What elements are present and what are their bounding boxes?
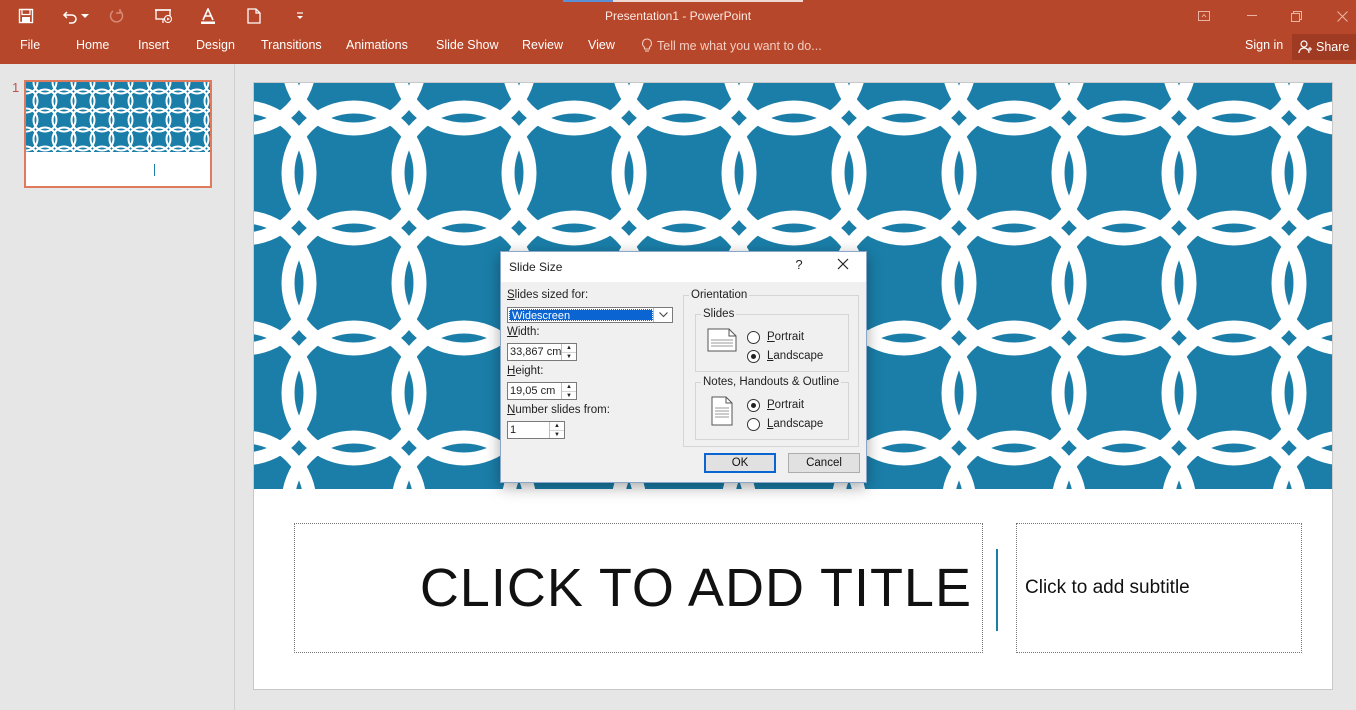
spin-up-icon[interactable]: ▲ — [562, 383, 576, 392]
number-slides-from-value: 1 — [510, 424, 517, 436]
thumbnail-text-cursor — [154, 164, 155, 176]
ribbon-display-options-icon[interactable] — [1184, 5, 1224, 27]
tab-view[interactable]: View — [588, 38, 615, 52]
thumbnail-slide-number: 1 — [12, 80, 20, 95]
help-button[interactable]: ? — [791, 257, 807, 275]
notes-landscape-radio[interactable] — [747, 418, 760, 431]
subtitle-placeholder-text: Click to add subtitle — [1025, 577, 1190, 598]
portrait-page-icon — [711, 396, 733, 429]
tell-me-text: Tell me what you want to do... — [657, 38, 822, 53]
tab-file[interactable]: File — [20, 38, 40, 52]
share-button[interactable]: Share — [1292, 34, 1356, 60]
title-divider-line — [996, 549, 998, 631]
slides-portrait-label[interactable]: Portrait — [767, 331, 804, 343]
tab-slide-show[interactable]: Slide Show — [436, 38, 499, 52]
height-spinner[interactable]: 19,05 cm ▲ ▼ — [507, 382, 577, 400]
thumbnail-pattern — [26, 82, 210, 152]
tab-transitions[interactable]: Transitions — [261, 38, 322, 52]
notes-portrait-label[interactable]: Portrait — [767, 399, 804, 411]
slides-sized-for-label: Slides sized for: — [507, 289, 589, 301]
tab-animations[interactable]: Animations — [346, 38, 408, 52]
dialog-close-icon[interactable] — [833, 256, 853, 276]
tab-home[interactable]: Home — [76, 38, 109, 52]
width-label: Width: — [507, 326, 540, 338]
sign-in-link[interactable]: Sign in — [1245, 38, 1283, 52]
slides-sized-for-value: Widescreen — [509, 309, 653, 322]
close-window-icon[interactable] — [1322, 5, 1356, 27]
spin-up-icon[interactable]: ▲ — [550, 422, 564, 431]
slide-thumbnail[interactable] — [24, 80, 212, 188]
title-accent-line — [563, 0, 803, 2]
tell-me-search[interactable]: Tell me what you want to do... — [641, 38, 822, 53]
orientation-label: Orientation — [689, 289, 750, 301]
number-slides-from-spinner[interactable]: 1 ▲ ▼ — [507, 421, 565, 439]
number-slides-from-label: Number slides from: — [507, 404, 610, 416]
height-value: 19,05 cm — [510, 385, 556, 397]
slides-sized-for-select[interactable]: Widescreen — [507, 307, 673, 323]
dialog-title: Slide Size — [509, 260, 563, 274]
slides-landscape-radio[interactable] — [747, 350, 760, 363]
window-title: Presentation1 - PowerPoint — [604, 9, 752, 23]
title-bar: Presentation1 - PowerPoint — [0, 0, 1356, 32]
slides-group-label: Slides — [701, 308, 737, 320]
width-spinner[interactable]: 33,867 cm ▲ ▼ — [507, 343, 577, 361]
tab-design[interactable]: Design — [196, 38, 235, 52]
tab-insert[interactable]: Insert — [138, 38, 169, 52]
lightbulb-icon — [642, 38, 652, 52]
title-placeholder[interactable]: CLICK TO ADD TITLE — [294, 523, 983, 653]
chevron-down-icon[interactable] — [653, 308, 672, 322]
notes-group-label: Notes, Handouts & Outline — [701, 376, 842, 388]
ok-button[interactable]: OK — [704, 453, 776, 473]
notes-portrait-radio[interactable] — [747, 399, 760, 412]
cancel-button[interactable]: Cancel — [788, 453, 860, 473]
subtitle-placeholder[interactable]: Click to add subtitle — [1016, 523, 1302, 653]
person-icon — [1298, 40, 1312, 54]
dialog-title-bar: Slide Size ? — [501, 252, 866, 282]
notes-landscape-label[interactable]: Landscape — [767, 418, 823, 430]
slide-size-dialog: Slide Size ? Slides sized for: Widescree… — [500, 251, 867, 483]
tab-review[interactable]: Review — [522, 38, 563, 52]
ribbon-tab-bar: File Home Insert Design Transitions Anim… — [0, 32, 1356, 64]
spin-down-icon[interactable]: ▼ — [562, 353, 576, 361]
title-placeholder-text: CLICK TO ADD TITLE — [419, 558, 972, 618]
spin-down-icon[interactable]: ▼ — [562, 392, 576, 400]
spin-up-icon[interactable]: ▲ — [562, 344, 576, 353]
share-label: Share — [1316, 40, 1350, 54]
landscape-page-icon — [707, 328, 737, 355]
restore-icon[interactable] — [1276, 5, 1316, 27]
minimize-icon[interactable] — [1232, 5, 1272, 27]
slides-portrait-radio[interactable] — [747, 331, 760, 344]
width-value: 33,867 cm — [510, 346, 562, 358]
height-label: Height: — [507, 365, 544, 377]
spin-down-icon[interactable]: ▼ — [550, 431, 564, 439]
slides-landscape-label[interactable]: Landscape — [767, 350, 823, 362]
